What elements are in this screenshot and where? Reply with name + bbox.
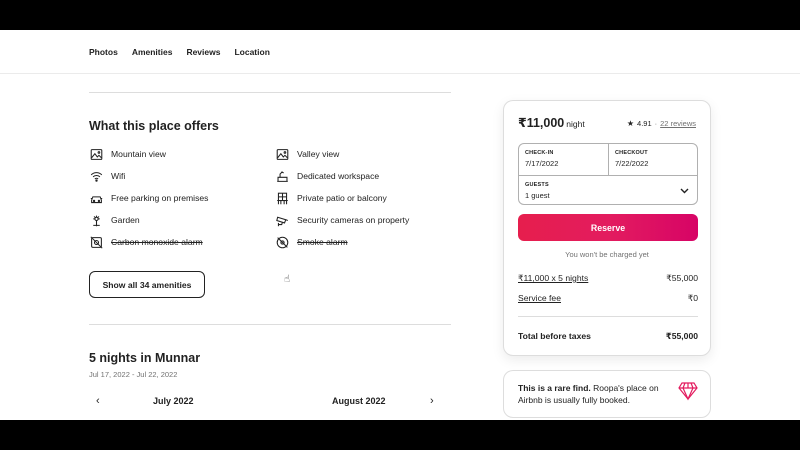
nightly-breakdown-link[interactable]: ₹11,000 x 5 nights: [518, 273, 588, 284]
total-row: Total before taxes ₹55,000: [518, 331, 698, 341]
no-smoke-alarm-icon: [275, 235, 289, 249]
checkin-field[interactable]: CHECK-IN 7/17/2022: [519, 144, 608, 175]
checkout-field[interactable]: CHECKOUT 7/22/2022: [609, 144, 699, 175]
booking-card: ₹11,000 night ★ 4.91 · 22 reviews CHECK-I…: [503, 100, 711, 356]
listing-page: Photos Amenities Reviews Location What t…: [0, 30, 800, 420]
section-nav: Photos Amenities Reviews Location: [0, 30, 800, 74]
amenity-carbon-monoxide-alarm: Carbon monoxide alarm: [89, 235, 203, 249]
diamond-icon: [678, 381, 698, 406]
amenity-garden: Garden: [89, 213, 140, 227]
amenity-valley-view: Valley view: [275, 147, 339, 161]
amenity-patio: Private patio or balcony: [275, 191, 387, 205]
security-camera-icon: [275, 213, 289, 227]
star-icon: ★: [626, 119, 635, 128]
workspace-icon: [275, 169, 289, 183]
section-divider: [89, 92, 451, 93]
amenities-title: What this place offers: [89, 119, 219, 133]
reserve-button[interactable]: Reserve: [518, 214, 698, 241]
amenity-parking: Free parking on premises: [89, 191, 208, 205]
service-fee-row: Service fee ₹0: [518, 293, 698, 304]
reviews-link[interactable]: 22 reviews: [660, 119, 696, 128]
garden-icon: [89, 213, 103, 227]
service-fee-link[interactable]: Service fee: [518, 293, 561, 304]
mountain-view-icon: [89, 147, 103, 161]
no-charge-note: You won't be charged yet: [565, 250, 649, 259]
amenity-smoke-alarm: Smoke alarm: [275, 235, 348, 249]
date-picker: CHECK-IN 7/17/2022 CHECKOUT 7/22/2022 GU…: [518, 143, 698, 205]
stay-dates: Jul 17, 2022 - Jul 22, 2022: [89, 370, 178, 379]
hand-cursor-icon: ☝: [284, 274, 291, 285]
tab-reviews[interactable]: Reviews: [186, 47, 220, 57]
rating: ★ 4.91 · 22 reviews: [626, 119, 696, 128]
calendar-next-icon[interactable]: ›: [430, 395, 434, 407]
guests-field[interactable]: GUESTS 1 guest: [519, 176, 697, 206]
calendar-prev-icon[interactable]: ‹: [96, 395, 100, 407]
tab-location[interactable]: Location: [234, 47, 269, 57]
stay-title: 5 nights in Munnar: [89, 351, 201, 365]
rare-find-card: This is a rare find. Roopa's place on Ai…: [503, 370, 711, 418]
valley-view-icon: [275, 147, 289, 161]
show-all-amenities-button[interactable]: Show all 34 amenities: [89, 271, 205, 298]
amenity-workspace: Dedicated workspace: [275, 169, 379, 183]
nightly-price: ₹11,000 night: [518, 116, 585, 130]
tab-photos[interactable]: Photos: [89, 47, 118, 57]
section-divider: [89, 324, 451, 325]
tab-amenities[interactable]: Amenities: [132, 47, 173, 57]
calendar-month-left: July 2022: [153, 396, 194, 406]
car-icon: [89, 191, 103, 205]
amenity-wifi: Wifi: [89, 169, 125, 183]
nightly-total-row: ₹11,000 x 5 nights ₹55,000: [518, 273, 698, 284]
wifi-icon: [89, 169, 103, 183]
calendar-month-right: August 2022: [332, 396, 386, 406]
patio-icon: [275, 191, 289, 205]
amenity-mountain-view: Mountain view: [89, 147, 166, 161]
chevron-down-icon: [680, 186, 689, 196]
amenity-security-cameras: Security cameras on property: [275, 213, 409, 227]
no-co-alarm-icon: [89, 235, 103, 249]
